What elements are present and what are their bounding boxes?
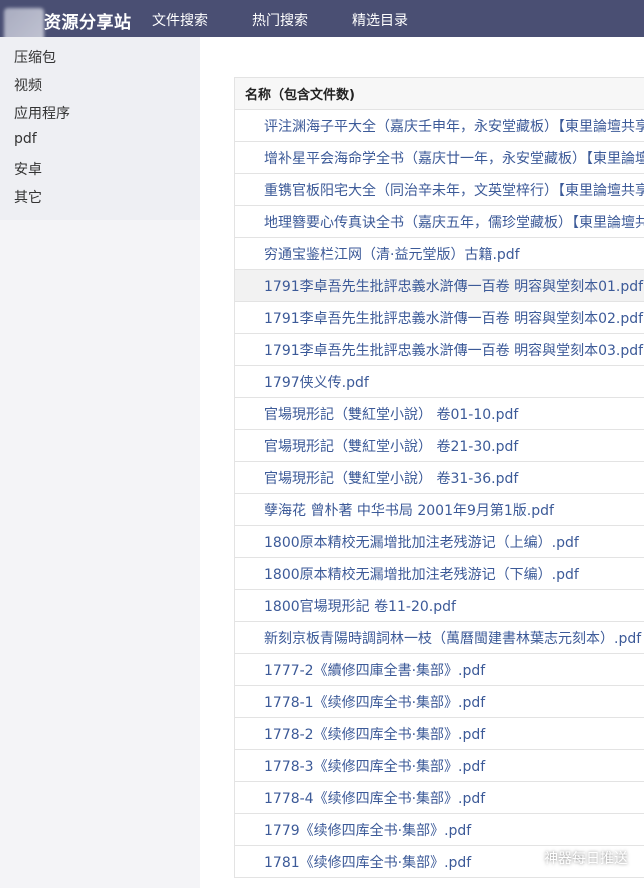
table-row: 地理簪要心传真诀全书（嘉庆五年，儒珍堂藏板）【東里論壇共享 xyxy=(234,206,644,238)
table-row: 1777-2《續修四庫全書·集部》.pdf xyxy=(234,654,644,686)
table-row: 官場現形記（雙紅堂小說） 卷31-36.pdf xyxy=(234,462,644,494)
table-row: 重镌官板阳宅大全（同治辛未年，文英堂梓行）【東里論壇共享 xyxy=(234,174,644,206)
file-link[interactable]: 1791李卓吾先生批評忠義水滸傳一百卷 明容與堂刻本03.pdf xyxy=(264,340,643,360)
file-link[interactable]: 1778-1《续修四库全书·集部》.pdf xyxy=(264,692,485,712)
file-link[interactable]: 评注渊海子平大全（嘉庆壬申年，永安堂藏板）【東里論壇共享 xyxy=(264,116,644,136)
file-link[interactable]: 孽海花 曾朴著 中华书局 2001年9月第1版.pdf xyxy=(264,500,554,520)
file-link[interactable]: 1781《续修四库全书·集部》.pdf xyxy=(264,852,471,872)
file-link[interactable]: 1800原本精校无漏增批加注老残游记（上编）.pdf xyxy=(264,532,579,552)
nav-hot-search[interactable]: 热门搜索 xyxy=(252,10,308,30)
file-link[interactable]: 1800原本精校无漏增批加注老残游记（下编）.pdf xyxy=(264,564,579,584)
wechat-icon xyxy=(512,848,538,867)
sidebar-item-other[interactable]: 其它 xyxy=(14,187,42,207)
file-link[interactable]: 1791李卓吾先生批評忠義水滸傳一百卷 明容與堂刻本01.pdf xyxy=(264,276,643,296)
table-row: 新刻京板青陽時調詞林一枝（萬曆閩建書林葉志元刻本）.pdf xyxy=(234,622,644,654)
sidebar-item-archive[interactable]: 压缩包 xyxy=(14,47,56,67)
file-link[interactable]: 1778-2《续修四库全书·集部》.pdf xyxy=(264,724,485,744)
sidebar-category-list: 压缩包 视频 应用程序 pdf 安卓 其它 xyxy=(0,37,200,220)
file-link[interactable]: 官場現形記（雙紅堂小說） 卷01-10.pdf xyxy=(264,404,518,424)
table-body: 评注渊海子平大全（嘉庆壬申年，永安堂藏板）【東里論壇共享 增补星平会海命学全书（嘉… xyxy=(234,110,644,878)
watermark: 神器每日推送 xyxy=(512,848,628,868)
table-row: 1778-3《续修四库全书·集部》.pdf xyxy=(234,750,644,782)
table-row: 官場現形記（雙紅堂小說） 卷01-10.pdf xyxy=(234,398,644,430)
table-row: 1778-2《续修四库全书·集部》.pdf xyxy=(234,718,644,750)
table-row: 增补星平会海命学全书（嘉庆廿一年，永安堂藏板）【東里論壇共享 xyxy=(234,142,644,174)
file-link[interactable]: 1800官場現形記 卷11-20.pdf xyxy=(264,596,456,616)
sidebar: 压缩包 视频 应用程序 pdf 安卓 其它 xyxy=(0,37,200,888)
file-link[interactable]: 1777-2《續修四庫全書·集部》.pdf xyxy=(264,660,485,680)
watermark-text: 神器每日推送 xyxy=(544,851,628,867)
table-row: 1791李卓吾先生批評忠義水滸傳一百卷 明容與堂刻本01.pdf xyxy=(234,270,644,302)
table-row: 1779《续修四库全书·集部》.pdf xyxy=(234,814,644,846)
file-link[interactable]: 穷通宝鉴栏江网（清·益元堂版）古籍.pdf xyxy=(264,244,520,264)
file-link[interactable]: 地理簪要心传真诀全书（嘉庆五年，儒珍堂藏板）【東里論壇共享 xyxy=(264,212,644,232)
sidebar-item-application[interactable]: 应用程序 xyxy=(14,103,70,123)
table-row: 1791李卓吾先生批評忠義水滸傳一百卷 明容與堂刻本03.pdf xyxy=(234,334,644,366)
file-link[interactable]: 增补星平会海命学全书（嘉庆廿一年，永安堂藏板）【東里論壇共享 xyxy=(264,148,644,168)
table-row: 1778-1《续修四库全书·集部》.pdf xyxy=(234,686,644,718)
table-row: 1797侠义传.pdf xyxy=(234,366,644,398)
table-row: 1791李卓吾先生批評忠義水滸傳一百卷 明容與堂刻本02.pdf xyxy=(234,302,644,334)
table-row: 1778-4《续修四库全书·集部》.pdf xyxy=(234,782,644,814)
file-link[interactable]: 重镌官板阳宅大全（同治辛未年，文英堂梓行）【東里論壇共享 xyxy=(264,180,644,200)
table-row: 穷通宝鉴栏江网（清·益元堂版）古籍.pdf xyxy=(234,238,644,270)
sidebar-item-pdf[interactable]: pdf xyxy=(14,131,37,147)
sidebar-item-video[interactable]: 视频 xyxy=(14,75,42,95)
table-row: 官場現形記（雙紅堂小說） 卷21-30.pdf xyxy=(234,430,644,462)
file-link[interactable]: 1778-4《续修四库全书·集部》.pdf xyxy=(264,788,485,808)
nav-file-search[interactable]: 文件搜索 xyxy=(152,10,208,30)
file-table: 名称（包含文件数) 评注渊海子平大全（嘉庆壬申年，永安堂藏板）【東里論壇共享 增补… xyxy=(234,77,644,878)
table-row: 孽海花 曾朴著 中华书局 2001年9月第1版.pdf xyxy=(234,494,644,526)
site-brand[interactable]: 资源分享站 xyxy=(44,8,132,33)
file-link[interactable]: 1779《续修四库全书·集部》.pdf xyxy=(264,820,471,840)
sidebar-item-android[interactable]: 安卓 xyxy=(14,159,42,179)
file-link[interactable]: 1797侠义传.pdf xyxy=(264,372,369,392)
table-row: 1800原本精校无漏增批加注老残游记（上编）.pdf xyxy=(234,526,644,558)
file-link[interactable]: 官場現形記（雙紅堂小說） 卷21-30.pdf xyxy=(264,436,518,456)
table-row: 1800官場現形記 卷11-20.pdf xyxy=(234,590,644,622)
file-link[interactable]: 新刻京板青陽時調詞林一枝（萬曆閩建書林葉志元刻本）.pdf xyxy=(264,628,641,648)
file-link[interactable]: 1791李卓吾先生批評忠義水滸傳一百卷 明容與堂刻本02.pdf xyxy=(264,308,643,328)
file-link[interactable]: 1778-3《续修四库全书·集部》.pdf xyxy=(264,756,485,776)
file-link[interactable]: 官場現形記（雙紅堂小說） 卷31-36.pdf xyxy=(264,468,518,488)
table-row: 评注渊海子平大全（嘉庆壬申年，永安堂藏板）【東里論壇共享 xyxy=(234,110,644,142)
table-row: 1800原本精校无漏增批加注老残游记（下编）.pdf xyxy=(234,558,644,590)
nav-featured-directory[interactable]: 精选目录 xyxy=(352,10,408,30)
top-navbar: 资源分享站 文件搜索 热门搜索 精选目录 xyxy=(0,0,644,48)
table-header: 名称（包含文件数) xyxy=(234,78,644,110)
